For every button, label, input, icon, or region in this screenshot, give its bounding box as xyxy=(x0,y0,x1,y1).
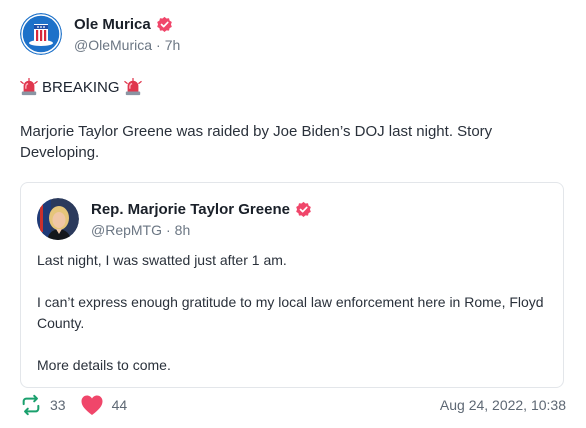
author-meta: @OleMurica · 7h xyxy=(74,37,180,53)
verified-badge-icon xyxy=(296,201,311,217)
quoted-author-meta: @RepMTG · 8h xyxy=(91,222,312,238)
retweet-icon xyxy=(22,394,40,416)
uncle-sam-hat-icon xyxy=(20,13,62,55)
quoted-author-name[interactable]: Rep. Marjorie Taylor Greene xyxy=(91,201,290,218)
like-button[interactable]: 44 xyxy=(80,394,128,416)
breaking-label: BREAKING xyxy=(42,78,120,96)
post-time[interactable]: 7h xyxy=(165,37,181,53)
author-handle[interactable]: @OleMurica xyxy=(74,37,152,53)
meta-separator: · xyxy=(156,36,161,53)
quoted-header: Rep. Marjorie Taylor Greene @RepMTG · 8h xyxy=(37,198,547,240)
heart-icon xyxy=(81,395,103,415)
tweet-card: Ole Murica @OleMurica · 7h BREAKING Marj… xyxy=(0,0,586,428)
quoted-paragraph: More details to come. xyxy=(37,357,171,373)
quoted-text: Last night, I was swatted just after 1 a… xyxy=(37,250,547,376)
quoted-paragraph: Last night, I was swatted just after 1 a… xyxy=(37,252,287,268)
quoted-author-handle[interactable]: @RepMTG xyxy=(91,222,162,238)
like-count: 44 xyxy=(111,397,128,413)
author-name[interactable]: Ole Murica xyxy=(74,16,151,33)
post-footer: 33 44 Aug 24, 2022, 10:38 xyxy=(20,394,566,416)
post-header: Ole Murica @OleMurica · 7h xyxy=(20,13,566,55)
profile-photo xyxy=(37,198,79,240)
post-timestamp[interactable]: Aug 24, 2022, 10:38 xyxy=(440,397,566,413)
quoted-post-time[interactable]: 8h xyxy=(175,222,191,238)
retweet-button[interactable]: 33 xyxy=(20,394,66,416)
siren-icon xyxy=(123,78,142,96)
breaking-line: BREAKING xyxy=(20,78,566,96)
meta-separator: · xyxy=(166,221,171,238)
post-text: Marjorie Taylor Greene was raided by Joe… xyxy=(20,123,493,161)
verified-badge-icon xyxy=(156,16,172,32)
quoted-paragraph: I can’t express enough gratitude to my l… xyxy=(37,294,544,331)
quoted-tweet[interactable]: Rep. Marjorie Taylor Greene @RepMTG · 8h L… xyxy=(20,182,564,388)
avatar[interactable] xyxy=(20,13,62,55)
quoted-avatar[interactable] xyxy=(37,198,79,240)
siren-icon xyxy=(20,78,38,96)
retweet-count: 33 xyxy=(50,397,66,413)
